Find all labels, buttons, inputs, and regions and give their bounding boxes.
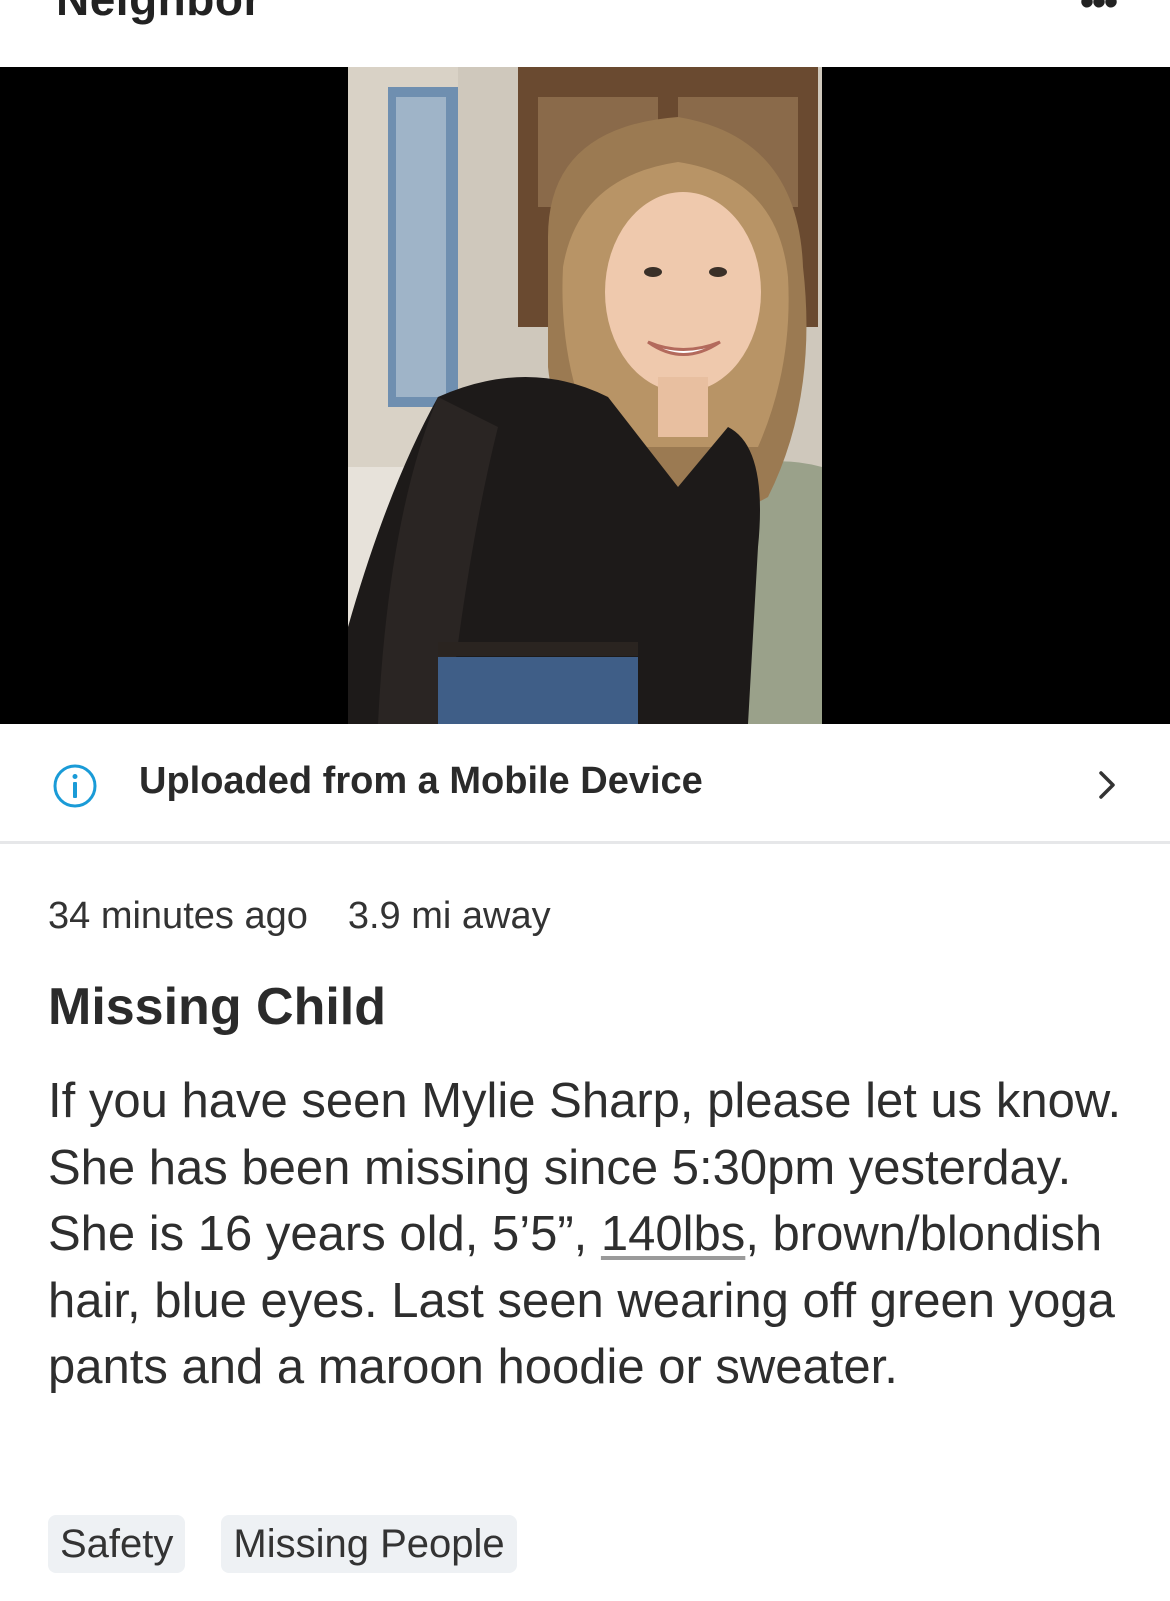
more-options-button[interactable]: ••• bbox=[1080, 0, 1130, 22]
post-media[interactable] bbox=[0, 67, 1170, 724]
post-title: Missing Child bbox=[48, 978, 386, 1036]
upload-source-label: Uploaded from a Mobile Device bbox=[139, 760, 703, 802]
app-header: Neighbor ••• bbox=[0, 0, 1170, 67]
more-dots-icon: ••• bbox=[1080, 0, 1118, 24]
chevron-right-icon[interactable] bbox=[1092, 765, 1122, 805]
post-distance: 3.9 mi away bbox=[347, 895, 551, 937]
post-body: If you have seen Mylie Sharp, please let… bbox=[48, 1068, 1128, 1401]
post-timestamp: 34 minutes ago bbox=[48, 895, 308, 937]
info-icon bbox=[53, 764, 97, 808]
post-tags: Safety Missing People bbox=[48, 1515, 517, 1573]
page-title: Neighbor bbox=[56, 0, 262, 26]
post-detail-page: Neighbor ••• bbox=[0, 0, 1170, 1601]
post-photo[interactable] bbox=[348, 67, 822, 724]
post-meta: 34 minutes ago 3.9 mi away bbox=[48, 895, 551, 938]
tag-missing-people[interactable]: Missing People bbox=[221, 1515, 517, 1573]
post-body-link[interactable]: 140lbs bbox=[601, 1207, 745, 1261]
tag-safety[interactable]: Safety bbox=[48, 1515, 186, 1573]
